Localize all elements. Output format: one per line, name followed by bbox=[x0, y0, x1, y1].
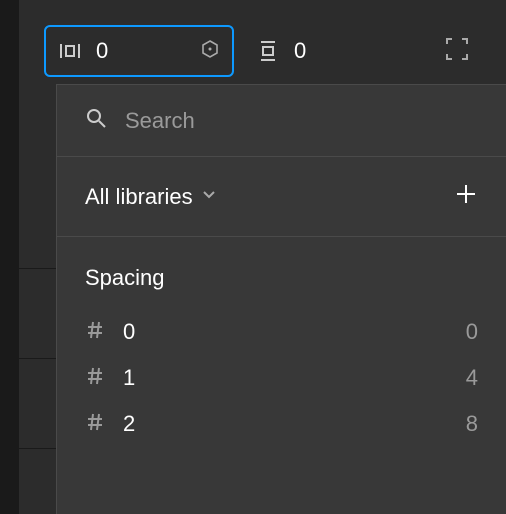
variable-value: 4 bbox=[466, 365, 478, 391]
horizontal-gap-value: 0 bbox=[96, 38, 186, 64]
search-icon bbox=[85, 107, 107, 134]
variable-name: 0 bbox=[123, 319, 448, 345]
add-variable-button[interactable] bbox=[454, 182, 478, 211]
section-title: Spacing bbox=[57, 237, 506, 309]
search-input[interactable] bbox=[125, 108, 478, 134]
variable-picker-dropdown: All libraries Spacing 0 bbox=[56, 84, 506, 514]
vertical-gap-value: 0 bbox=[294, 38, 306, 64]
number-variable-icon bbox=[85, 366, 105, 391]
search-row bbox=[57, 85, 506, 157]
variable-name: 1 bbox=[123, 365, 448, 391]
libraries-selector[interactable]: All libraries bbox=[57, 157, 506, 237]
libraries-label: All libraries bbox=[85, 184, 193, 210]
chevron-down-icon bbox=[201, 186, 217, 207]
vertical-gap-field[interactable]: 0 bbox=[256, 25, 306, 77]
expand-padding-icon[interactable] bbox=[444, 36, 470, 67]
list-item[interactable]: 2 8 bbox=[57, 401, 506, 447]
number-variable-icon bbox=[85, 320, 105, 345]
apply-variable-icon[interactable] bbox=[200, 39, 220, 64]
number-variable-icon bbox=[85, 412, 105, 437]
vertical-gap-icon bbox=[256, 39, 280, 63]
list-item[interactable]: 1 4 bbox=[57, 355, 506, 401]
spacing-fields-row: 0 0 bbox=[44, 24, 470, 78]
variable-value: 8 bbox=[466, 411, 478, 437]
spacing-list: 0 0 1 4 bbox=[57, 309, 506, 447]
horizontal-gap-field[interactable]: 0 bbox=[44, 25, 234, 77]
list-item[interactable]: 0 0 bbox=[57, 309, 506, 355]
variable-value: 0 bbox=[466, 319, 478, 345]
variable-name: 2 bbox=[123, 411, 448, 437]
horizontal-gap-icon bbox=[58, 39, 82, 63]
